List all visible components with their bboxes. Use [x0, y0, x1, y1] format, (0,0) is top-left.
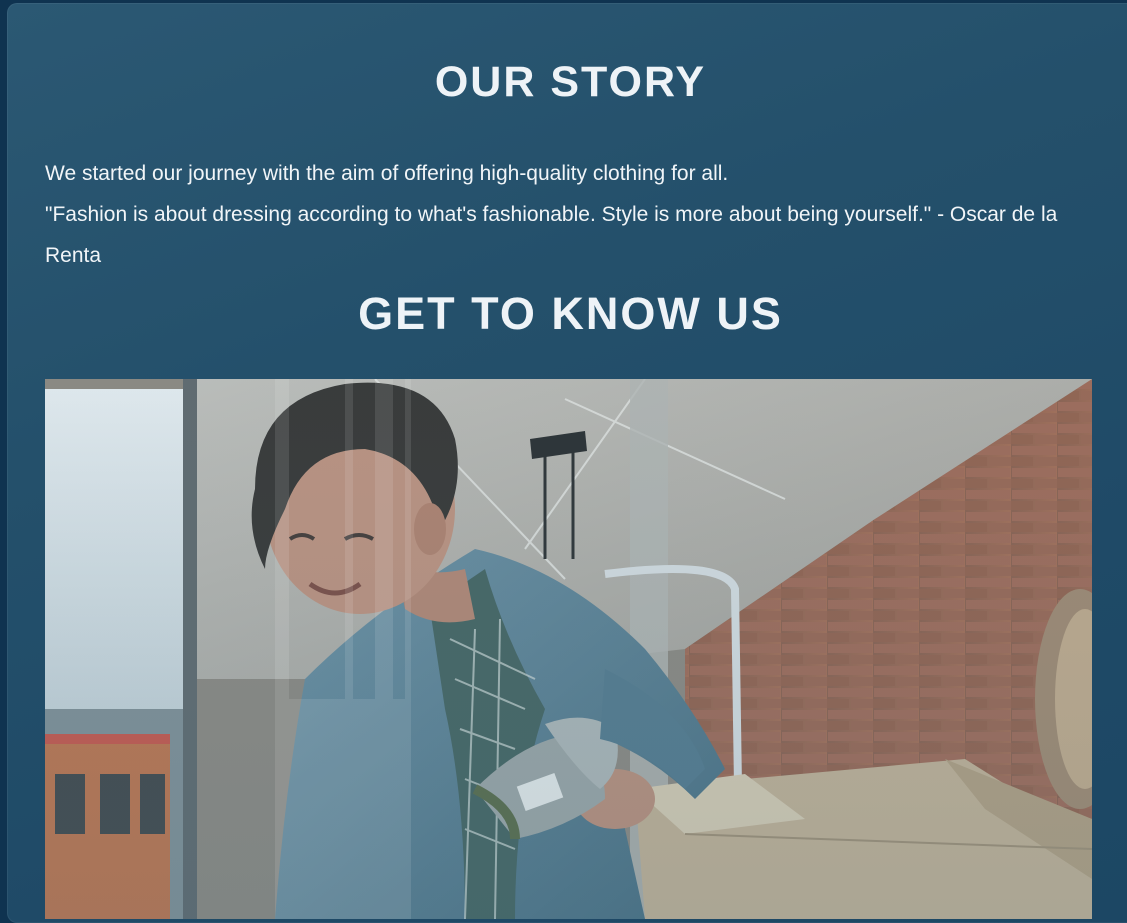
get-to-know-us-heading: GET TO KNOW US: [358, 288, 783, 339]
story-intro: We started our journey with the aim of o…: [45, 162, 729, 185]
about-card: OUR STORY We started our journey with th…: [7, 3, 1127, 923]
team-photo-illustration: [45, 379, 1092, 919]
our-story-heading: OUR STORY: [434, 58, 707, 106]
team-photo: [45, 379, 1092, 919]
story-quote: "Fashion is about dressing according to …: [45, 203, 1058, 267]
story-text: We started our journey with the aim of o…: [45, 153, 1095, 276]
